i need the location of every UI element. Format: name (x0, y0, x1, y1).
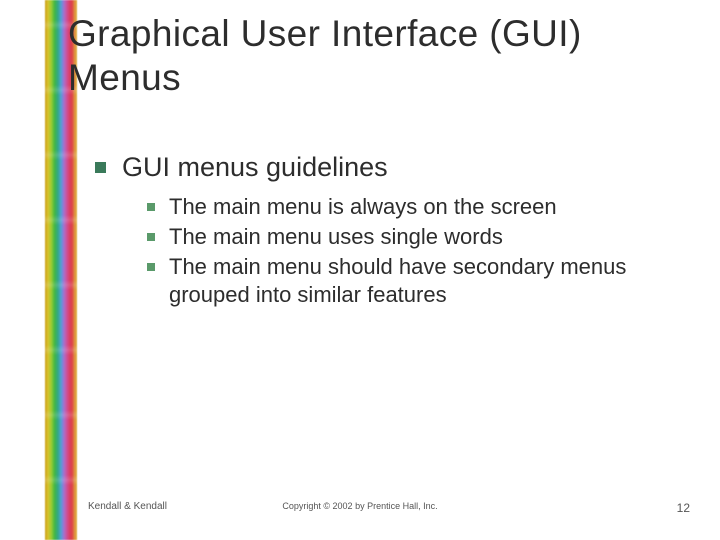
footer-page-number: 12 (677, 501, 690, 515)
title-line-2: Menus (68, 57, 181, 98)
level1-text: GUI menus guidelines (122, 152, 388, 183)
footer-copyright: Copyright © 2002 by Prentice Hall, Inc. (0, 501, 720, 511)
title-line-1: Graphical User Interface (GUI) (68, 13, 582, 54)
square-bullet-icon (147, 203, 155, 211)
slide-footer: Kendall & Kendall Copyright © 2002 by Pr… (0, 501, 720, 517)
square-bullet-icon (147, 233, 155, 241)
square-bullet-icon (95, 162, 106, 173)
level2-text: The main menu uses single words (169, 223, 503, 251)
level2-item: The main menu is always on the screen (147, 193, 685, 221)
slide-title: Graphical User Interface (GUI) Menus (68, 12, 582, 99)
level2-text: The main menu is always on the screen (169, 193, 557, 221)
square-bullet-icon (147, 263, 155, 271)
level2-item: The main menu should have secondary menu… (147, 253, 685, 309)
level2-text: The main menu should have secondary menu… (169, 253, 685, 309)
level2-list: The main menu is always on the screen Th… (147, 193, 685, 310)
slide-body: GUI menus guidelines The main menu is al… (95, 152, 685, 312)
level2-item: The main menu uses single words (147, 223, 685, 251)
level1-item: GUI menus guidelines (95, 152, 685, 183)
